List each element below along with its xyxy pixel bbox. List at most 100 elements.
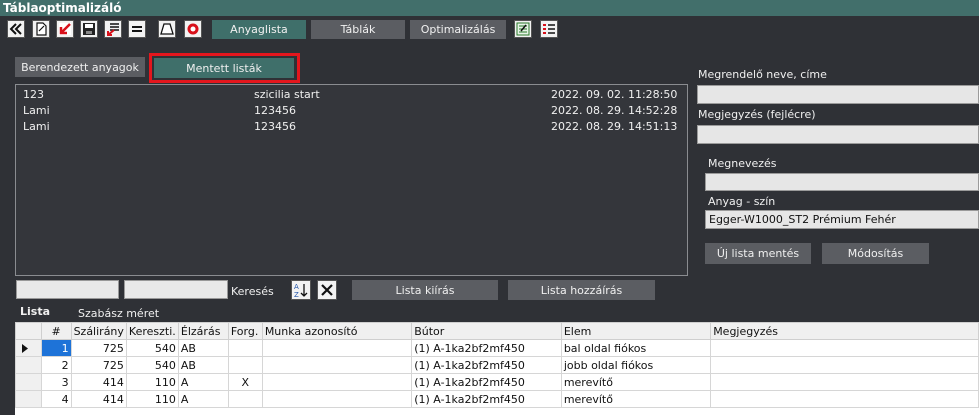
- double-chevron-left-icon[interactable]: [7, 20, 25, 38]
- note-field[interactable]: [697, 125, 979, 144]
- table-row[interactable]: 4 414 110 A (1) A-1ka2bf2mf450 merevítő: [15, 390, 979, 408]
- list-item-date: 2022. 08. 29. 14:52:28: [551, 104, 678, 117]
- import-arrow-icon[interactable]: [56, 20, 74, 38]
- cell-rotate[interactable]: [227, 356, 263, 374]
- tab-tablak[interactable]: Táblák: [311, 20, 405, 39]
- table-row[interactable]: 2 725 540 AB (1) A-1ka2bf2mf450 jobb old…: [15, 356, 979, 374]
- list-item-id: 123: [23, 88, 44, 101]
- toolbar: Anyaglista Táblák Optimalizálás: [0, 16, 979, 44]
- cell-edge[interactable]: A: [177, 373, 229, 391]
- cell-grain[interactable]: 725: [70, 339, 127, 357]
- lifebuoy-icon[interactable]: [184, 20, 202, 38]
- cell-note[interactable]: [710, 373, 979, 391]
- sheet-export-icon[interactable]: [514, 20, 532, 38]
- col-header-furniture[interactable]: Bútor: [411, 322, 562, 340]
- list-item[interactable]: Lami 123456 2022. 08. 29. 14:52:28: [16, 104, 687, 119]
- cell-edge[interactable]: A: [177, 390, 229, 408]
- col-header-grain[interactable]: Szálirány: [70, 322, 127, 340]
- new-list-save-button[interactable]: Új lista mentés: [705, 243, 811, 264]
- svg-text:A: A: [294, 283, 299, 291]
- table-row[interactable]: 3 414 110 A X (1) A-1ka2bf2mf450 merevít…: [15, 373, 979, 391]
- save-disk-icon[interactable]: [80, 20, 98, 38]
- tab-anyaglista[interactable]: Anyaglista: [212, 20, 306, 39]
- cell-element[interactable]: merevítő: [560, 390, 712, 408]
- row-header[interactable]: [15, 356, 42, 374]
- name-field[interactable]: [705, 173, 979, 191]
- modify-button[interactable]: Módosítás: [822, 243, 929, 264]
- cell-cross[interactable]: 540: [125, 339, 179, 357]
- row-header[interactable]: [15, 373, 42, 391]
- customer-field[interactable]: [697, 85, 979, 104]
- new-document-icon[interactable]: [32, 20, 50, 38]
- col-header-edge[interactable]: Élzárás: [177, 322, 229, 340]
- cell-furniture[interactable]: (1) A-1ka2bf2mf450: [411, 373, 562, 391]
- clear-search-icon[interactable]: [317, 280, 337, 300]
- material-field[interactable]: Egger-W1000_ST2 Prémium Fehér: [705, 210, 979, 229]
- row-header[interactable]: [15, 390, 42, 408]
- list-title: Lista: [20, 305, 51, 318]
- cell-edge[interactable]: AB: [177, 356, 229, 374]
- table-row[interactable]: 1 725 540 AB (1) A-1ka2bf2mf450 bal olda…: [15, 339, 979, 357]
- cell-element[interactable]: bal oldal fiókos: [560, 339, 712, 357]
- cell-edge[interactable]: AB: [177, 339, 229, 357]
- cell-rotate[interactable]: [227, 390, 263, 408]
- note-label: Megjegyzés (fejlécre): [698, 108, 816, 121]
- cell-cross[interactable]: 110: [125, 373, 179, 391]
- export-list-icon[interactable]: [104, 20, 122, 38]
- cell-index[interactable]: 1: [40, 339, 72, 357]
- cell-work-id[interactable]: [261, 339, 413, 357]
- col-header-note[interactable]: Megjegyzés: [710, 322, 979, 340]
- saved-lists-box[interactable]: 123 szicilia start 2022. 09. 02. 11:28:5…: [15, 84, 688, 276]
- cell-cross[interactable]: 110: [125, 390, 179, 408]
- cell-index[interactable]: 2: [40, 356, 72, 374]
- cell-work-id[interactable]: [261, 356, 413, 374]
- list-view-icon[interactable]: [540, 20, 558, 38]
- cell-element[interactable]: jobb oldal fiókos: [560, 356, 712, 374]
- cell-grain[interactable]: 414: [70, 390, 127, 408]
- list-print-button[interactable]: Lista kiírás: [352, 280, 498, 300]
- col-header-work-id[interactable]: Munka azonosító: [261, 322, 413, 340]
- current-row-indicator-icon[interactable]: [15, 339, 42, 357]
- col-header-element[interactable]: Elem: [560, 322, 712, 340]
- col-header-cross[interactable]: Kereszti.: [125, 322, 179, 340]
- tab-furnished-materials[interactable]: Berendezett anyagok: [15, 57, 145, 77]
- list-item[interactable]: Lami 123456 2022. 08. 29. 14:51:13: [16, 120, 687, 135]
- list-item-id: Lami: [23, 104, 50, 117]
- col-header-index[interactable]: #: [40, 322, 72, 340]
- list-item-date: 2022. 09. 02. 11:28:50: [551, 88, 678, 101]
- cell-cross[interactable]: 540: [125, 356, 179, 374]
- trapezoid-icon[interactable]: [158, 20, 176, 38]
- grid-header-row: # Szálirány Kereszti. Élzárás Forg. Munk…: [15, 322, 979, 340]
- cell-note[interactable]: [710, 339, 979, 357]
- cell-rotate[interactable]: [227, 339, 263, 357]
- cell-note[interactable]: [710, 356, 979, 374]
- tab-optimalizalas[interactable]: Optimalizálás: [410, 20, 506, 39]
- list-item-name: 123456: [254, 120, 296, 133]
- col-header-rotate[interactable]: Forg.: [227, 322, 263, 340]
- list-item[interactable]: 123 szicilia start 2022. 09. 02. 11:28:5…: [16, 88, 687, 103]
- cell-index[interactable]: 3: [40, 373, 72, 391]
- cell-rotate[interactable]: X: [227, 373, 263, 391]
- cell-grain[interactable]: 725: [70, 356, 127, 374]
- cell-element[interactable]: merevítő: [560, 373, 712, 391]
- list-item-name: 123456: [254, 104, 296, 117]
- cell-index[interactable]: 4: [40, 390, 72, 408]
- sort-az-icon[interactable]: AZ: [291, 280, 311, 300]
- cell-furniture[interactable]: (1) A-1ka2bf2mf450: [411, 390, 562, 408]
- menu-lines-icon[interactable]: [128, 20, 146, 38]
- svg-text:Z: Z: [294, 291, 299, 298]
- search-label: Keresés: [231, 285, 274, 298]
- cell-work-id[interactable]: [261, 373, 413, 391]
- list-add-button[interactable]: Lista hozzáírás: [508, 280, 655, 300]
- cell-work-id[interactable]: [261, 390, 413, 408]
- search-input-1[interactable]: [16, 280, 119, 299]
- cell-note[interactable]: [710, 390, 979, 408]
- parts-grid[interactable]: # Szálirány Kereszti. Élzárás Forg. Munk…: [15, 322, 979, 415]
- search-input-2[interactable]: [124, 280, 228, 299]
- highlight-frame: [149, 53, 300, 83]
- cell-furniture[interactable]: (1) A-1ka2bf2mf450: [411, 339, 562, 357]
- material-label: Anyag - szín: [708, 195, 776, 208]
- cell-furniture[interactable]: (1) A-1ka2bf2mf450: [411, 356, 562, 374]
- cell-grain[interactable]: 414: [70, 373, 127, 391]
- row-header-corner: [15, 322, 42, 340]
